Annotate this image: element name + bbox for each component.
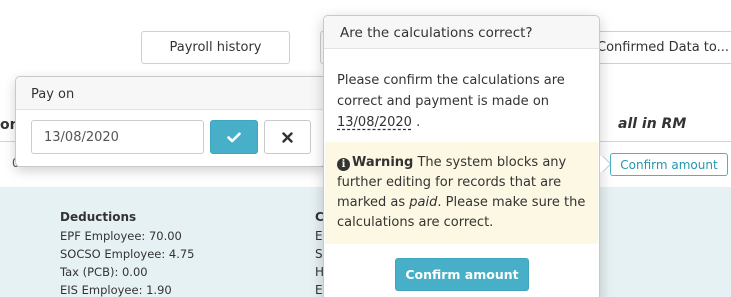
deduction-item: Tax (PCB): 0.00 — [60, 265, 148, 279]
confirm-amount-row-button[interactable]: Confirm amount — [610, 153, 728, 176]
pay-date-input[interactable] — [31, 120, 204, 154]
deductions-title: Deductions — [60, 210, 137, 224]
confirmed-data-button[interactable]: Confirmed Data to... — [594, 31, 731, 64]
column2-item-fragment: S — [315, 247, 323, 261]
warning-label: Warning — [352, 155, 414, 170]
deduction-item: EPF Employee: 70.00 — [60, 229, 182, 243]
paid-emphasis: paid — [409, 195, 438, 210]
deduction-item: SOCSO Employee: 4.75 — [60, 247, 195, 261]
column2-item-fragment: E — [315, 283, 323, 297]
popover-arrow — [600, 156, 610, 172]
pay-date-cancel-button[interactable] — [264, 120, 311, 154]
pay-date-confirm-button[interactable] — [210, 120, 258, 154]
close-icon — [282, 131, 293, 143]
column2-item-fragment: E — [315, 229, 323, 243]
confirm-amount-button[interactable]: Confirm amount — [395, 258, 529, 291]
info-icon: i — [337, 158, 350, 171]
warning-box: i Warning The system blocks any further e… — [325, 142, 598, 244]
currency-note: all in RM — [618, 116, 687, 132]
payment-date[interactable]: 13/08/2020 — [337, 115, 412, 130]
check-icon — [227, 132, 241, 142]
payroll-history-button[interactable]: Payroll history — [141, 31, 290, 64]
pay-on-popover: Pay on — [15, 76, 326, 167]
confirm-calculations-popover: Are the calculations correct? Please con… — [323, 15, 600, 297]
confirm-popover-title: Are the calculations correct? — [324, 16, 599, 49]
confirm-message: Please confirm the calculations are corr… — [337, 73, 565, 130]
pay-on-title: Pay on — [16, 77, 325, 110]
deduction-item: EIS Employee: 1.90 — [60, 283, 172, 297]
